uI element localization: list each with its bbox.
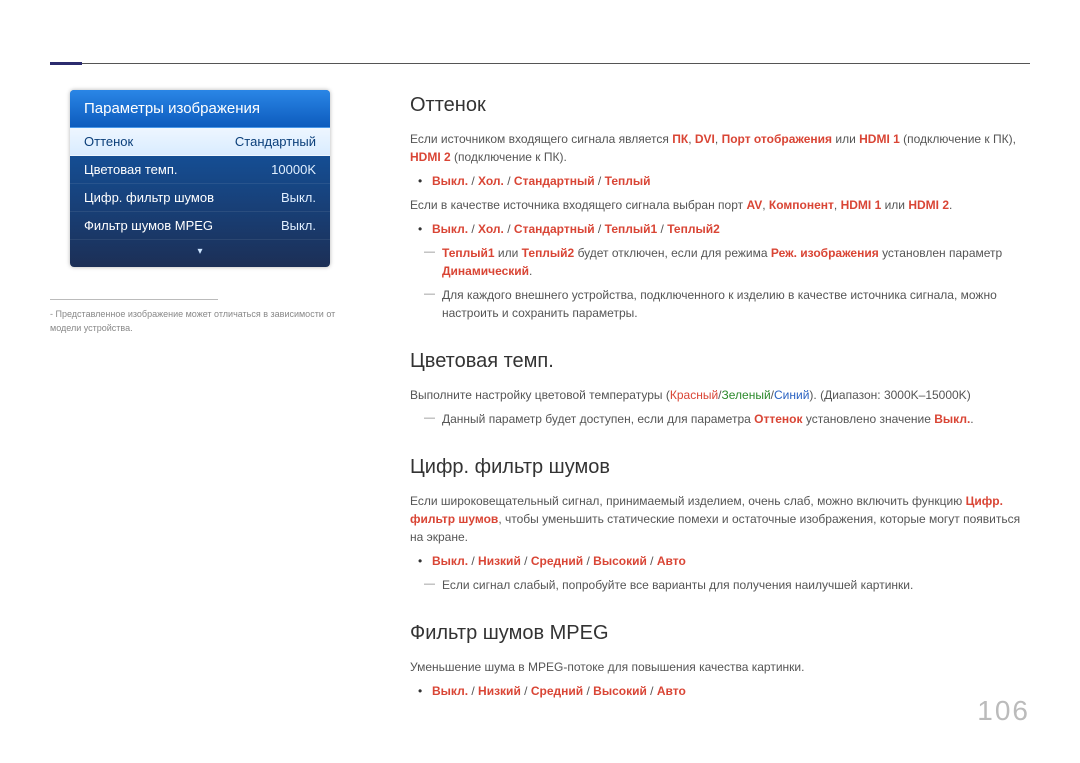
osd-row-value: Выкл. <box>281 218 316 233</box>
osd-row-label: Цветовая темп. <box>84 162 177 177</box>
layout: Параметры изображения Оттенок Стандартны… <box>50 90 1030 724</box>
osd-more-chevron[interactable]: ▾ <box>70 240 330 267</box>
osd-row-value: Стандартный <box>235 134 316 149</box>
footnote-dash: - <box>50 309 53 319</box>
osd-row-value: 10000K <box>271 162 316 177</box>
osd-row-label: Цифр. фильтр шумов <box>84 190 214 205</box>
page-number: 106 <box>977 695 1030 727</box>
left-footnote: - Представленное изображение может отлич… <box>50 308 380 335</box>
osd-row-colortemp[interactable]: Цветовая темп. 10000K <box>70 156 330 184</box>
section-heading: Цветовая темп. <box>410 346 1030 376</box>
ctemp-para: Выполните настройку цветовой температуры… <box>410 386 1030 404</box>
chevron-down-icon: ▾ <box>197 246 202 257</box>
osd-title: Параметры изображения <box>70 90 330 128</box>
page: Параметры изображения Оттенок Стандартны… <box>0 0 1080 763</box>
dnr-note: Если сигнал слабый, попробуйте все вариа… <box>410 576 1030 594</box>
right-column: Оттенок Если источником входящего сигнал… <box>410 90 1030 724</box>
dnr-options: Выкл. / Низкий / Средний / Высокий / Авт… <box>410 552 1030 570</box>
footnote-text: Представленное изображение может отличат… <box>50 309 335 333</box>
section-heading: Оттенок <box>410 90 1030 120</box>
tint-para1: Если источником входящего сигнала являет… <box>410 130 1030 166</box>
osd-row-tint[interactable]: Оттенок Стандартный <box>70 128 330 156</box>
osd-row-label: Оттенок <box>84 134 133 149</box>
mpeg-options: Выкл. / Низкий / Средний / Высокий / Авт… <box>410 682 1030 700</box>
section-dnr: Цифр. фильтр шумов Если широковещательны… <box>410 452 1030 594</box>
tint-note-2: Для каждого внешнего устройства, подключ… <box>410 286 1030 322</box>
osd-row-dnr[interactable]: Цифр. фильтр шумов Выкл. <box>70 184 330 212</box>
dnr-para: Если широковещательный сигнал, принимаем… <box>410 492 1030 546</box>
tint-options-1: Выкл. / Хол. / Стандартный / Теплый <box>410 172 1030 190</box>
section-heading: Цифр. фильтр шумов <box>410 452 1030 482</box>
section-tint: Оттенок Если источником входящего сигнал… <box>410 90 1030 322</box>
osd-panel: Параметры изображения Оттенок Стандартны… <box>70 90 330 267</box>
section-colortemp: Цветовая темп. Выполните настройку цвето… <box>410 346 1030 428</box>
ctemp-note: Данный параметр будет доступен, если для… <box>410 410 1030 428</box>
osd-row-mpeg[interactable]: Фильтр шумов MPEG Выкл. <box>70 212 330 240</box>
top-rule <box>50 63 1030 64</box>
tint-para2: Если в качестве источника входящего сигн… <box>410 196 1030 214</box>
osd-row-value: Выкл. <box>281 190 316 205</box>
left-column: Параметры изображения Оттенок Стандартны… <box>50 90 410 335</box>
mpeg-para: Уменьшение шума в MPEG-потоке для повыше… <box>410 658 1030 676</box>
tint-note-1: Теплый1 или Теплый2 будет отключен, если… <box>410 244 1030 280</box>
section-mpeg: Фильтр шумов MPEG Уменьшение шума в MPEG… <box>410 618 1030 700</box>
osd-row-label: Фильтр шумов MPEG <box>84 218 213 233</box>
section-heading: Фильтр шумов MPEG <box>410 618 1030 648</box>
footnote-separator <box>50 299 218 300</box>
top-accent <box>50 62 82 65</box>
tint-options-2: Выкл. / Хол. / Стандартный / Теплый1 / Т… <box>410 220 1030 238</box>
